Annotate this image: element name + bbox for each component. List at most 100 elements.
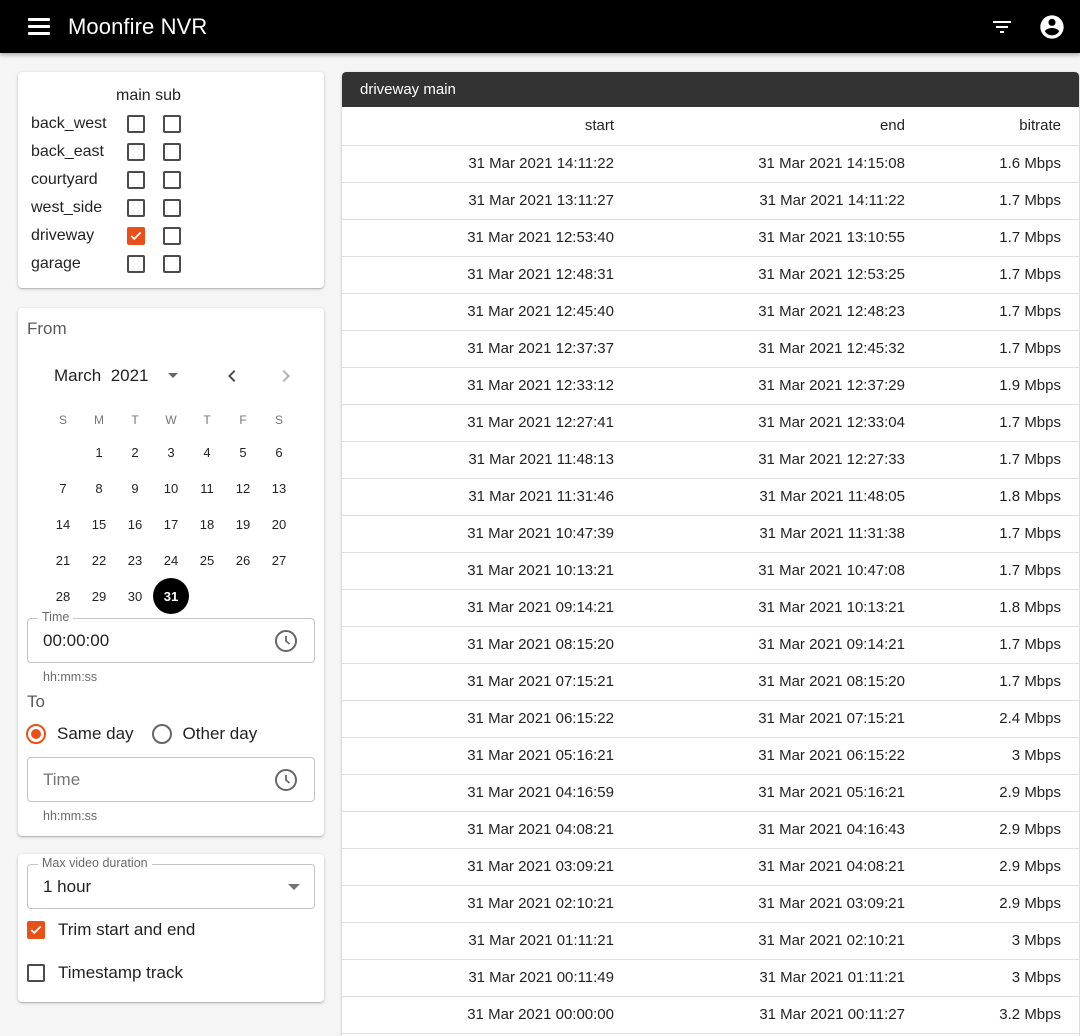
calendar-day[interactable]: 18: [189, 506, 225, 542]
start-time-cell: 31 Mar 2021 10:47:39: [342, 515, 614, 553]
other-day-radio[interactable]: [151, 724, 172, 744]
download-options-card: Max video duration 1 hour Trim start and…: [18, 854, 324, 1002]
timestamp-track-checkbox[interactable]: [27, 964, 45, 982]
calendar-day[interactable]: 29: [81, 578, 117, 614]
end-time-cell: 31 Mar 2021 08:15:20: [614, 663, 905, 701]
table-row[interactable]: 31 Mar 2021 01:11:21 31 Mar 2021 02:10:21…: [342, 922, 1079, 960]
main-stream-checkbox[interactable]: [127, 199, 145, 217]
main-stream-checkbox[interactable]: [127, 255, 145, 273]
calendar-day[interactable]: 19: [225, 506, 261, 542]
clock-icon[interactable]: [274, 768, 298, 792]
calendar-day[interactable]: 23: [117, 542, 153, 578]
calendar-day[interactable]: 16: [117, 506, 153, 542]
table-row[interactable]: 31 Mar 2021 12:33:12 31 Mar 2021 12:37:29…: [342, 367, 1079, 405]
account-circle-icon[interactable]: [1036, 11, 1068, 43]
calendar-day[interactable]: 7: [45, 470, 81, 506]
from-label: From: [27, 319, 67, 338]
table-row[interactable]: 31 Mar 2021 10:13:21 31 Mar 2021 10:47:08…: [342, 552, 1079, 590]
calendar-day[interactable]: 5: [225, 434, 261, 470]
calendar-day[interactable]: 2: [117, 434, 153, 470]
menu-icon[interactable]: [28, 15, 52, 39]
trim-checkbox[interactable]: [27, 921, 45, 939]
calendar-day[interactable]: 22: [81, 542, 117, 578]
timestamp-track-label[interactable]: Timestamp track: [58, 963, 183, 983]
year-dropdown-icon[interactable]: [161, 364, 185, 388]
calendar-day[interactable]: 21: [45, 542, 81, 578]
table-row[interactable]: 31 Mar 2021 07:15:21 31 Mar 2021 08:15:20…: [342, 663, 1079, 701]
table-row[interactable]: 31 Mar 2021 13:11:27 31 Mar 2021 14:11:22…: [342, 182, 1079, 220]
clock-icon[interactable]: [274, 629, 298, 653]
bitrate-cell: 3 Mbps: [905, 922, 1079, 960]
table-row[interactable]: 31 Mar 2021 04:16:59 31 Mar 2021 05:16:21…: [342, 774, 1079, 812]
table-row[interactable]: 31 Mar 2021 00:00:00 31 Mar 2021 00:11:27…: [342, 996, 1079, 1034]
table-row[interactable]: 31 Mar 2021 02:10:21 31 Mar 2021 03:09:21…: [342, 885, 1079, 923]
start-time-cell: 31 Mar 2021 12:53:40: [342, 219, 614, 257]
table-row[interactable]: 31 Mar 2021 06:15:22 31 Mar 2021 07:15:21…: [342, 700, 1079, 738]
calendar-day[interactable]: 28: [45, 578, 81, 614]
camera-row: driveway: [31, 222, 311, 250]
calendar-day[interactable]: 20: [261, 506, 297, 542]
same-day-radio[interactable]: [26, 724, 46, 744]
table-row[interactable]: 31 Mar 2021 03:09:21 31 Mar 2021 04:08:21…: [342, 848, 1079, 886]
main-stream-checkbox[interactable]: [127, 143, 145, 161]
table-row[interactable]: 31 Mar 2021 09:14:21 31 Mar 2021 10:13:21…: [342, 589, 1079, 627]
bitrate-cell: 1.7 Mbps: [905, 256, 1079, 294]
table-row[interactable]: 31 Mar 2021 00:11:49 31 Mar 2021 01:11:21…: [342, 959, 1079, 997]
table-row[interactable]: 31 Mar 2021 12:37:37 31 Mar 2021 12:45:32…: [342, 330, 1079, 368]
main-stream-checkbox[interactable]: [127, 227, 145, 245]
calendar-day[interactable]: 31: [153, 578, 189, 614]
sub-stream-checkbox[interactable]: [163, 143, 181, 161]
calendar-day[interactable]: 30: [117, 578, 153, 614]
calendar-day[interactable]: 3: [153, 434, 189, 470]
bitrate-cell: 1.7 Mbps: [905, 293, 1079, 331]
weekday-label: S: [274, 413, 283, 427]
max-duration-select[interactable]: Max video duration 1 hour: [27, 856, 315, 909]
filter-icon[interactable]: [986, 11, 1018, 43]
calendar-day[interactable]: 13: [261, 470, 297, 506]
previous-month-icon[interactable]: [220, 364, 244, 388]
calendar-day[interactable]: 11: [189, 470, 225, 506]
calendar-day[interactable]: 6: [261, 434, 297, 470]
calendar-day[interactable]: 26: [225, 542, 261, 578]
calendar-month-year[interactable]: March 2021: [54, 366, 149, 386]
calendar-day[interactable]: 17: [153, 506, 189, 542]
calendar-day[interactable]: 24: [153, 542, 189, 578]
camera-name: courtyard: [31, 171, 98, 188]
other-day-label[interactable]: Other day: [183, 724, 258, 744]
calendar-day[interactable]: 10: [153, 470, 189, 506]
table-row[interactable]: 31 Mar 2021 14:11:22 31 Mar 2021 14:15:08…: [342, 145, 1079, 183]
calendar-day[interactable]: 4: [189, 434, 225, 470]
from-time-value: 00:00:00: [43, 630, 110, 650]
same-day-label[interactable]: Same day: [57, 724, 134, 744]
calendar-day[interactable]: 12: [225, 470, 261, 506]
table-row[interactable]: 31 Mar 2021 12:53:40 31 Mar 2021 13:10:55…: [342, 219, 1079, 257]
table-row[interactable]: 31 Mar 2021 08:15:20 31 Mar 2021 09:14:21…: [342, 626, 1079, 664]
calendar-day[interactable]: 1: [81, 434, 117, 470]
trim-label[interactable]: Trim start and end: [58, 920, 195, 940]
table-row[interactable]: 31 Mar 2021 12:45:40 31 Mar 2021 12:48:23…: [342, 293, 1079, 331]
from-time-field[interactable]: Time 00:00:00: [27, 610, 315, 663]
to-time-field[interactable]: Time: [27, 757, 315, 802]
sub-stream-checkbox[interactable]: [163, 199, 181, 217]
calendar-day[interactable]: 27: [261, 542, 297, 578]
main-stream-checkbox[interactable]: [127, 115, 145, 133]
table-row[interactable]: 31 Mar 2021 12:27:41 31 Mar 2021 12:33:04…: [342, 404, 1079, 442]
table-row[interactable]: 31 Mar 2021 12:48:31 31 Mar 2021 12:53:25…: [342, 256, 1079, 294]
table-row[interactable]: 31 Mar 2021 11:48:13 31 Mar 2021 12:27:33…: [342, 441, 1079, 479]
stream-column-header: main sub: [116, 87, 181, 104]
table-row[interactable]: 31 Mar 2021 11:31:46 31 Mar 2021 11:48:05…: [342, 478, 1079, 516]
sub-stream-checkbox[interactable]: [163, 171, 181, 189]
table-row[interactable]: 31 Mar 2021 04:08:21 31 Mar 2021 04:16:43…: [342, 811, 1079, 849]
calendar-day[interactable]: 25: [189, 542, 225, 578]
main-stream-checkbox[interactable]: [127, 171, 145, 189]
calendar-day[interactable]: 15: [81, 506, 117, 542]
calendar-day[interactable]: 9: [117, 470, 153, 506]
table-row[interactable]: 31 Mar 2021 05:16:21 31 Mar 2021 06:15:22…: [342, 737, 1079, 775]
sub-stream-checkbox[interactable]: [163, 255, 181, 273]
table-row[interactable]: 31 Mar 2021 10:47:39 31 Mar 2021 11:31:38…: [342, 515, 1079, 553]
sub-stream-checkbox[interactable]: [163, 115, 181, 133]
table-header-row: start end bitrate: [342, 107, 1079, 146]
sub-stream-checkbox[interactable]: [163, 227, 181, 245]
calendar-day[interactable]: 14: [45, 506, 81, 542]
calendar-day[interactable]: 8: [81, 470, 117, 506]
